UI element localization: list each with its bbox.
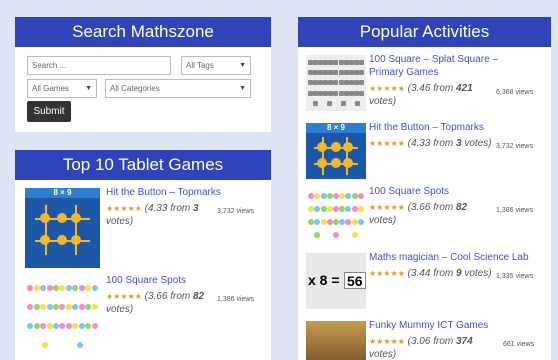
rating-stars[interactable]: ★★★★★ [369, 269, 405, 278]
spots-grid [25, 276, 100, 356]
view-count: 3,732 views [217, 208, 254, 215]
rating: ★★★★★ (3.44 from 9 votes) [369, 267, 497, 280]
rating-stars[interactable]: ★★★★★ [369, 84, 405, 93]
splat-square-grid [306, 55, 366, 111]
vote-count: 421 [456, 83, 473, 94]
submit-button[interactable]: Submit [27, 101, 71, 122]
games-select[interactable]: All Games ▼ [27, 79, 97, 98]
magician-equation: x 8 = 56 [306, 253, 366, 309]
rating-suffix: votes) [464, 268, 492, 279]
view-count: 1,386 views [496, 207, 533, 214]
chevron-down-icon: ▼ [239, 62, 246, 69]
popular-heading: Popular Activities [298, 17, 551, 47]
view-count: 6,368 views [496, 89, 533, 96]
view-count: 3,732 views [496, 143, 533, 150]
vote-count: 3 [456, 138, 462, 149]
list-item: x 8 = 56 Maths magician – Cool Science L… [298, 251, 551, 313]
vote-count: 82 [456, 202, 468, 213]
rating-prefix: (3.46 from [407, 83, 454, 94]
rating-suffix: votes) [369, 349, 397, 360]
game-thumbnail[interactable] [306, 55, 366, 111]
rating-suffix: votes) [369, 215, 397, 226]
search-heading: Search Mathszone [15, 17, 271, 47]
rating-prefix: (4.33 from [144, 203, 191, 214]
popular-panel: Popular Activities 100 Square – Splat Sq… [298, 17, 551, 360]
rating-stars[interactable]: ★★★★★ [369, 139, 405, 148]
rating: ★★★★★ (3.66 from 82 votes) [106, 290, 218, 316]
view-count: 1,335 views [496, 273, 533, 280]
rating-prefix: (3.66 from [144, 291, 191, 302]
tags-select-value: All Tags [186, 61, 214, 70]
tags-select[interactable]: All Tags ▼ [181, 56, 251, 75]
rating-prefix: (3.06 from [407, 336, 454, 347]
spots-grid [306, 187, 366, 243]
rating: ★★★★★ (3.46 from 421 votes) [369, 82, 497, 108]
rating-stars[interactable]: ★★★★★ [106, 204, 142, 213]
chevron-down-icon: ▼ [85, 85, 92, 92]
list-item: 8 × 9 Hit the Button – Topmarks ★★★★★ (4… [298, 121, 551, 183]
vote-count: 374 [456, 336, 473, 347]
rating-stars[interactable]: ★★★★★ [106, 292, 142, 301]
vote-count: 9 [456, 268, 462, 279]
rating: ★★★★★ (3.06 from 374 votes) [369, 335, 497, 360]
game-thumbnail[interactable] [25, 276, 100, 356]
game-title-link[interactable]: 100 Square Spots [369, 185, 519, 198]
rating-prefix: (4.33 from [407, 138, 454, 149]
search-input-placeholder: Search ... [32, 61, 67, 70]
chevron-down-icon: ▼ [239, 85, 246, 92]
rating-suffix: votes) [106, 304, 134, 315]
vote-count: 82 [193, 291, 205, 302]
search-panel: Search Mathszone Search ... All Tags ▼ A… [15, 17, 271, 132]
mummy-scene [306, 321, 366, 360]
game-thumbnail[interactable]: 8 × 9 [306, 123, 366, 179]
view-count: 661 views [503, 341, 535, 348]
games-select-value: All Games [32, 84, 69, 93]
top10-heading: Top 10 Tablet Games [15, 150, 271, 180]
search-input[interactable]: Search ... [27, 56, 171, 75]
list-item: 100 Square Spots ★★★★★ (3.66 from 82 vot… [15, 274, 271, 359]
rating: ★★★★★ (4.33 from 3 votes) [369, 137, 497, 150]
rating-suffix: votes) [464, 138, 492, 149]
game-thumbnail[interactable] [306, 187, 366, 243]
thumb-title: 8 × 9 [25, 188, 100, 198]
thumb-title: 8 × 9 [306, 123, 366, 133]
rating-suffix: votes) [106, 216, 134, 227]
vote-count: 3 [193, 203, 199, 214]
list-item: 100 Square – Splat Square – Primary Game… [298, 53, 551, 115]
rating: ★★★★★ (4.33 from 3 votes) [106, 202, 218, 228]
rating-prefix: (3.44 from [407, 268, 454, 279]
game-title-link[interactable]: 100 Square – Splat Square – Primary Game… [369, 53, 519, 79]
game-thumbnail[interactable] [306, 321, 366, 360]
categories-select-value: All Categories [110, 84, 160, 93]
game-title-link[interactable]: Hit the Button – Topmarks [369, 121, 519, 134]
rating-prefix: (3.66 from [407, 202, 454, 213]
game-title-link[interactable]: Maths magician – Cool Science Lab [369, 251, 539, 264]
equation-left: x 8 = [308, 272, 340, 288]
list-item: 100 Square Spots ★★★★★ (3.66 from 82 vot… [298, 185, 551, 247]
game-title-link[interactable]: 100 Square Spots [106, 274, 266, 287]
rating-suffix: votes) [369, 96, 397, 107]
top10-panel: Top 10 Tablet Games 8 × 9 Hit the Button… [15, 150, 271, 360]
game-title-link[interactable]: Hit the Button – Topmarks [106, 186, 266, 199]
list-item: 8 × 9 Hit the Button – Topmarks ★★★★★ (4… [15, 186, 271, 271]
view-count: 1,386 views [217, 296, 254, 303]
rating-stars[interactable]: ★★★★★ [369, 337, 405, 346]
list-item: Funky Mummy ICT Games ★★★★★ (3.06 from 3… [298, 319, 551, 360]
game-thumbnail[interactable]: 8 × 9 [25, 188, 100, 268]
game-title-link[interactable]: Funky Mummy ICT Games [369, 319, 519, 332]
equation-answer: 56 [344, 272, 366, 289]
game-thumbnail[interactable]: x 8 = 56 [306, 253, 366, 309]
rating-stars[interactable]: ★★★★★ [369, 203, 405, 212]
rating: ★★★★★ (3.66 from 82 votes) [369, 201, 497, 227]
categories-select[interactable]: All Categories ▼ [105, 79, 251, 98]
